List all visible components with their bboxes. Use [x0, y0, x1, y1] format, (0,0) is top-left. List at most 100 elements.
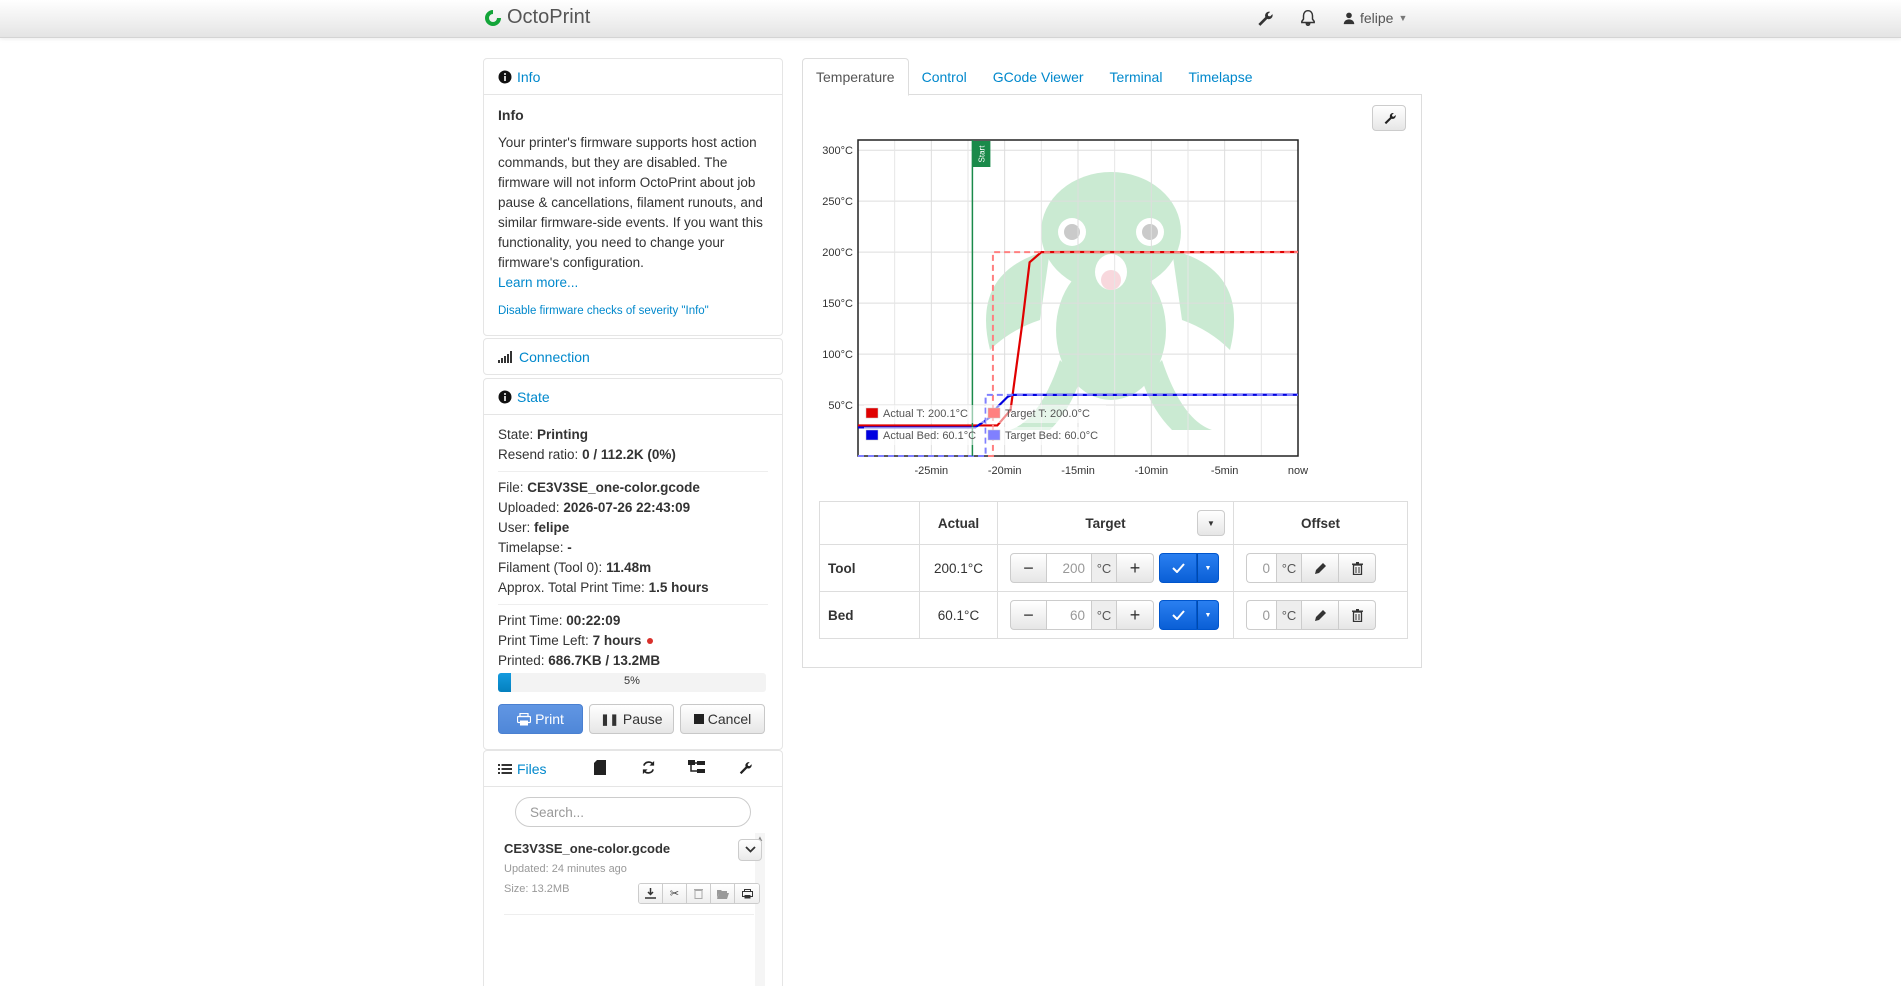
file-expand-button[interactable] [738, 839, 762, 861]
download-button[interactable] [639, 884, 663, 903]
list-icon [498, 763, 512, 774]
tool-decrease-button[interactable]: − [1010, 553, 1047, 583]
print-button[interactable]: Print [498, 704, 583, 734]
folder-tree-button[interactable] [672, 760, 720, 775]
file-updated: Updated: 24 minutes ago [504, 863, 627, 875]
files-settings-button[interactable] [720, 760, 768, 775]
system-menu-button[interactable] [1255, 9, 1273, 27]
bed-reset-offset-button[interactable] [1339, 600, 1376, 630]
trash-icon [1351, 608, 1363, 622]
tool-increase-button[interactable]: + [1117, 553, 1154, 583]
tab-control[interactable]: Control [909, 58, 980, 95]
trash-icon [694, 889, 703, 899]
main-tabs: Temperature Control GCode Viewer Termina… [802, 58, 1422, 96]
x-tick-label: -15min [1061, 465, 1095, 477]
tab-temperature[interactable]: Temperature [802, 58, 909, 96]
state-row: State: Printing [498, 427, 589, 442]
info-panel-header[interactable]: Info [484, 59, 782, 95]
uploaded-row: Uploaded: 2026-07-26 22:43:09 [498, 500, 691, 515]
state-panel: State State: Printing Resend ratio: 0 / … [483, 378, 783, 750]
wrench-icon [739, 762, 752, 775]
tool-edit-offset-button[interactable] [1302, 553, 1339, 583]
pencil-icon [1314, 609, 1326, 621]
print-time-row: Print Time: 00:22:09 [498, 613, 621, 628]
legend-label: Target Bed: 60.0°C [1005, 430, 1098, 442]
refresh-button[interactable] [624, 760, 672, 775]
notifications-button[interactable] [1299, 9, 1317, 27]
state-panel-header[interactable]: State [484, 379, 782, 415]
file-list-item[interactable]: CE3V3SE_one-color.gcode Updated: 24 minu… [504, 839, 762, 915]
table-row: Tool 200.1°C − 200 °C + ▼ 0 °C [819, 544, 1408, 592]
printer-icon [741, 888, 753, 898]
temperature-table: Actual Target ▼ Offset Tool 200.1°C − 20… [819, 501, 1408, 639]
download-icon [645, 888, 656, 899]
table-row: Bed 60.1°C − 60 °C + ▼ 0 °C [819, 591, 1408, 639]
pause-button[interactable]: ❚❚ Pause [589, 704, 674, 734]
y-tick-label: 100°C [822, 349, 853, 361]
tool-reset-offset-button[interactable] [1339, 553, 1376, 583]
disable-firmware-checks-link[interactable]: Disable firmware checks of severity "Inf… [498, 305, 768, 317]
printed-row: Printed: 686.7KB / 13.2MB [498, 653, 661, 668]
estimate-dot-icon[interactable] [647, 638, 654, 645]
user-row: User: felipe [498, 520, 570, 535]
connection-panel-header[interactable]: Connection [484, 339, 782, 375]
pause-icon: ❚❚ [600, 713, 619, 726]
user-name: felipe [1360, 10, 1394, 26]
octoprint-logo-icon [485, 9, 501, 26]
tool-offset-input[interactable]: 0 [1246, 553, 1276, 583]
info-circle-icon [498, 70, 512, 83]
files-panel-header[interactable]: Files [498, 761, 547, 777]
legend-label: Actual T: 200.1°C [883, 408, 968, 420]
file-row: File: CE3V3SE_one-color.gcode [498, 480, 700, 495]
tab-timelapse[interactable]: Timelapse [1175, 58, 1265, 95]
delete-file-button[interactable] [687, 884, 711, 903]
load-file-button[interactable] [711, 884, 735, 903]
caret-down-icon: ▼ [1207, 518, 1215, 528]
target-presets-dropdown[interactable]: ▼ [1197, 510, 1225, 536]
brand-name: OctoPrint [507, 6, 591, 28]
learn-more-link[interactable]: Learn more... [498, 273, 768, 293]
slice-button[interactable]: ✂ [663, 884, 687, 903]
scissors-icon: ✂ [663, 884, 686, 903]
trash-icon [1351, 561, 1363, 575]
cancel-button[interactable]: Cancel [680, 704, 765, 734]
files-panel: Files ▲ CE3V3SE_one-color.gcode Updated:… [483, 750, 783, 986]
approx-time-row: Approx. Total Print Time: 1.5 hours [498, 580, 709, 595]
bed-edit-offset-button[interactable] [1302, 600, 1339, 630]
graph-settings-button[interactable] [1372, 105, 1406, 131]
brand[interactable]: OctoPrint [483, 6, 590, 29]
tool-offset-unit: °C [1276, 553, 1302, 583]
sd-card-button[interactable] [576, 760, 624, 775]
print-file-button[interactable] [735, 884, 759, 903]
user-menu[interactable]: felipe ▼ [1342, 9, 1407, 27]
progress-label: 5% [624, 675, 640, 687]
tool-target-options-dropdown[interactable]: ▼ [1197, 553, 1219, 583]
start-marker-label: Start [977, 145, 986, 163]
tool-target-input[interactable]: 200 [1047, 553, 1091, 583]
table-header-actual: Actual [919, 501, 998, 545]
resend-row: Resend ratio: 0 / 112.2K (0%) [498, 447, 676, 462]
file-size: Size: 13.2MB [504, 883, 570, 895]
x-tick-label: -5min [1211, 465, 1239, 477]
bed-set-target-button[interactable] [1159, 600, 1197, 630]
caret-down-icon: ▼ [1204, 611, 1212, 619]
legend-swatch [987, 407, 1001, 419]
tab-gcode-viewer[interactable]: GCode Viewer [980, 58, 1097, 95]
tool-actual: 200.1°C [919, 544, 998, 592]
bed-target-options-dropdown[interactable]: ▼ [1197, 600, 1219, 630]
tool-set-target-button[interactable] [1159, 553, 1197, 583]
tab-terminal[interactable]: Terminal [1097, 58, 1176, 95]
table-header-target: Target ▼ [997, 501, 1234, 545]
tool-target-unit: °C [1091, 553, 1117, 583]
bed-increase-button[interactable]: + [1117, 600, 1154, 630]
y-tick-label: 150°C [822, 298, 853, 310]
wrench-icon [1258, 11, 1273, 26]
file-search-input[interactable] [515, 797, 751, 827]
bed-offset-input[interactable]: 0 [1246, 600, 1276, 630]
printer-icon [517, 712, 532, 725]
octoprint-watermark-icon [986, 172, 1235, 430]
x-tick-label: -25min [915, 465, 949, 477]
bed-decrease-button[interactable]: − [1010, 600, 1047, 630]
bed-target-input[interactable]: 60 [1047, 600, 1091, 630]
user-icon [1343, 12, 1355, 25]
